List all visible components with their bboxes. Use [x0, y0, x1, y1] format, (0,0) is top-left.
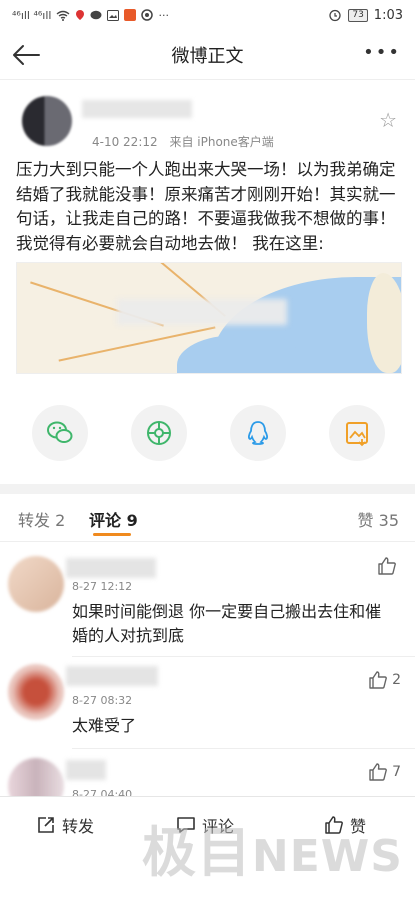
status-time: 1:03 — [373, 7, 403, 23]
commenter-avatar[interactable] — [8, 664, 64, 720]
moments-icon — [147, 421, 171, 445]
status-right: 73 1:03 — [328, 8, 403, 23]
status-left-text: ⁴⁶ıll ⁴⁶ıll — [12, 8, 52, 22]
share-qq-button[interactable] — [230, 405, 286, 461]
nav-bar: 微博正文 ••• — [0, 30, 415, 80]
comment-text: 太难受了 — [72, 716, 137, 735]
commenter-name-blurred[interactable] — [66, 760, 106, 780]
favorite-star-icon[interactable]: ☆ — [379, 108, 397, 132]
comment-separator — [72, 748, 415, 749]
tab-active-indicator — [93, 533, 131, 536]
map-island — [367, 273, 401, 373]
comment-item: 8-27 04:40 7 — [0, 752, 415, 796]
comment-item: 8-27 08:32 太难受了 2 — [0, 660, 415, 749]
commenter-avatar[interactable] — [8, 758, 64, 796]
thumbs-up-icon — [369, 763, 387, 781]
tab-comment[interactable]: 评论 9 — [89, 507, 138, 531]
more-options-button[interactable]: ••• — [363, 42, 401, 63]
back-arrow-icon — [13, 45, 40, 65]
comment-like-button[interactable]: 7 — [368, 762, 401, 782]
post-date: 4-10 22:12 — [92, 135, 158, 149]
comment-like-button[interactable]: 2 — [368, 670, 401, 690]
comment-time: 8-27 04:40 — [72, 788, 133, 796]
qq-icon — [248, 421, 268, 445]
map-bay — [177, 335, 297, 373]
author-avatar[interactable] — [22, 96, 72, 146]
back-button[interactable] — [8, 38, 44, 72]
comment-icon — [177, 817, 195, 833]
more-icon: ··· — [158, 8, 169, 22]
location-map[interactable] — [16, 262, 402, 374]
like-label: 赞 — [350, 817, 367, 836]
post-header: 4-10 22:12 来自 iPhone客户端 ☆ — [0, 92, 415, 152]
like-button[interactable]: 赞 — [324, 813, 366, 837]
repost-button[interactable]: 转发 — [36, 813, 94, 837]
post-meta: 4-10 22:12 来自 iPhone客户端 — [92, 133, 274, 150]
share-row — [0, 405, 415, 463]
alarm-icon — [329, 9, 341, 22]
post-source: 来自 iPhone客户端 — [169, 135, 274, 149]
app-icon — [124, 9, 137, 21]
status-bar: ⁴⁶ıll ⁴⁶ıll ··· 73 1:03 — [0, 0, 415, 30]
post-text: 压力大到只能一个人跑出来大哭一场！以为我弟确定结婚了我就能没事！原来痛苦才刚刚开… — [16, 160, 396, 253]
chat-icon — [90, 10, 102, 19]
share-wechat-button[interactable] — [32, 405, 88, 461]
author-name-blurred[interactable] — [82, 100, 192, 118]
wechat-icon — [47, 421, 73, 443]
comment-text: 如果时间能倒退 你一定要自己搬出去住和催婚的人对抗到底 — [72, 602, 382, 645]
repost-icon — [38, 817, 54, 833]
bottom-action-bar: 转发 评论 赞 — [0, 796, 415, 852]
comment-like-button[interactable] — [377, 556, 401, 576]
repost-label: 转发 — [62, 817, 95, 836]
comment-button[interactable]: 评论 — [176, 813, 234, 837]
comment-time: 8-27 12:12 — [72, 580, 133, 593]
tab-repost[interactable]: 转发 2 — [18, 507, 65, 531]
save-image-icon — [346, 422, 368, 447]
location-icon — [76, 10, 85, 20]
commenter-name-blurred[interactable] — [66, 666, 158, 686]
page-title: 微博正文 — [171, 45, 244, 67]
comment-like-count: 7 — [392, 764, 401, 780]
thumbs-up-icon — [369, 671, 387, 689]
comment-time: 8-27 08:32 — [72, 694, 133, 707]
map-location-label-blurred — [117, 299, 287, 325]
comment-item: 8-27 12:12 如果时间能倒退 你一定要自己搬出去住和催婚的人对抗到底 — [0, 548, 415, 657]
comment-like-count: 2 — [392, 672, 401, 688]
image-icon — [107, 9, 120, 21]
battery-indicator: 73 — [348, 8, 368, 22]
save-image-button[interactable] — [329, 405, 385, 461]
browser-icon — [141, 9, 154, 21]
comment-label: 评论 — [202, 817, 235, 836]
tab-like[interactable]: 赞 35 — [358, 507, 399, 531]
thumbs-up-icon — [325, 816, 343, 834]
section-divider — [0, 484, 415, 494]
thumbs-up-icon — [378, 557, 396, 575]
wifi-icon — [57, 10, 70, 21]
share-moments-button[interactable] — [131, 405, 187, 461]
status-icons: ⁴⁶ıll ⁴⁶ıll ··· — [12, 9, 169, 22]
commenter-avatar[interactable] — [8, 556, 64, 612]
comment-separator — [72, 656, 415, 657]
tabs: 转发 2 评论 9 赞 35 — [0, 494, 415, 542]
commenter-name-blurred[interactable] — [66, 558, 156, 578]
